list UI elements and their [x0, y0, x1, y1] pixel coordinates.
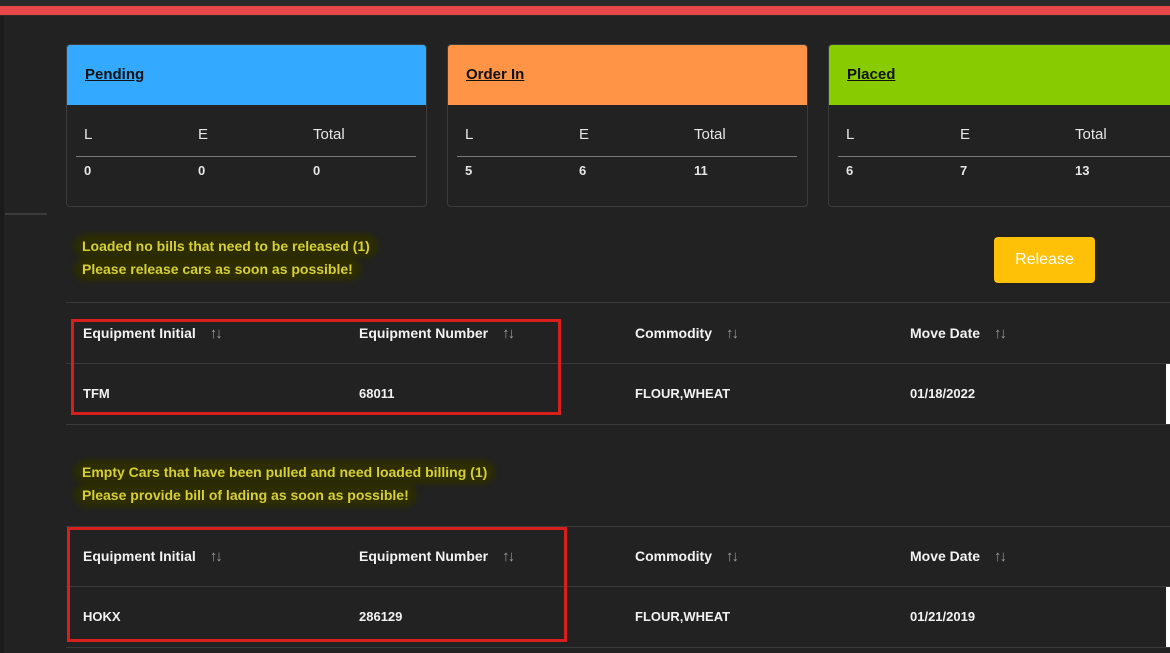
card-pending-counts: L E Total 0 0 0	[76, 126, 416, 183]
divider	[66, 302, 1170, 303]
row-scroll-edge	[1166, 587, 1170, 647]
left-edge	[0, 16, 4, 653]
card-placed-header: Placed	[829, 45, 1170, 105]
col-move-date[interactable]: Move Date ↑↓	[910, 325, 1007, 342]
card-pending-title[interactable]: Pending	[85, 66, 144, 83]
billing-notice: Empty Cars that have been pulled and nee…	[78, 461, 492, 507]
left-divider	[5, 213, 47, 215]
count-total: 13	[1075, 163, 1090, 178]
sort-arrows-icon[interactable]: ↑↓	[726, 548, 739, 565]
col-commodity[interactable]: Commodity ↑↓	[635, 548, 739, 565]
card-order-in-counts: L E Total 5 6 11	[457, 126, 797, 183]
col-commodity[interactable]: Commodity ↑↓	[635, 325, 739, 342]
sort-arrows-icon[interactable]: ↑↓	[726, 325, 739, 342]
table-row-divider	[66, 647, 1170, 648]
count-header-e: E	[960, 126, 971, 143]
top-accent-bar	[0, 6, 1170, 15]
cell-commodity: FLOUR,WHEAT	[635, 386, 731, 401]
billing-notice-line2: Please provide bill of lading as soon as…	[78, 487, 413, 503]
cell-move-date: 01/18/2022	[910, 386, 976, 401]
release-notice-line1: Loaded no bills that need to be released…	[78, 238, 374, 254]
count-header-l: L	[84, 126, 93, 143]
count-l: 5	[465, 163, 473, 178]
card-placed-title[interactable]: Placed	[847, 66, 895, 83]
card-pending-header: Pending	[67, 45, 426, 105]
count-e: 6	[579, 163, 587, 178]
count-header-l: L	[846, 126, 855, 143]
count-header-e: E	[579, 126, 590, 143]
sort-arrows-icon[interactable]: ↑↓	[994, 548, 1007, 565]
col-move-date[interactable]: Move Date ↑↓	[910, 548, 1007, 565]
count-total: 0	[313, 163, 321, 178]
count-header-l: L	[465, 126, 474, 143]
card-counts-header: L E Total	[457, 126, 797, 157]
card-counts-header: L E Total	[76, 126, 416, 157]
release-notice-line2: Please release cars as soon as possible!	[78, 261, 357, 277]
count-l: 6	[846, 163, 854, 178]
card-order-in-title[interactable]: Order In	[466, 66, 524, 83]
highlight-box	[71, 319, 561, 415]
col-label: Move Date	[910, 325, 981, 341]
count-total: 11	[694, 163, 708, 178]
count-header-e: E	[198, 126, 209, 143]
card-counts-header: L E Total	[838, 126, 1170, 157]
col-label: Commodity	[635, 548, 712, 564]
count-header-total: Total	[694, 126, 726, 143]
row-scroll-edge	[1166, 364, 1170, 424]
count-l: 0	[84, 163, 92, 178]
highlight-box	[67, 527, 567, 642]
release-notice: Loaded no bills that need to be released…	[78, 235, 374, 281]
release-button[interactable]: Release	[994, 237, 1095, 283]
sort-arrows-icon[interactable]: ↑↓	[994, 325, 1007, 342]
table-row-divider	[66, 424, 1170, 425]
col-label: Move Date	[910, 548, 981, 564]
card-placed-counts: L E Total 6 7 13	[838, 126, 1170, 183]
count-header-total: Total	[1075, 126, 1107, 143]
count-e: 0	[198, 163, 206, 178]
billing-notice-line1: Empty Cars that have been pulled and nee…	[78, 464, 492, 480]
card-counts-values: 5 6 11	[457, 157, 797, 183]
card-counts-values: 0 0 0	[76, 157, 416, 183]
col-label: Commodity	[635, 325, 712, 341]
cell-move-date: 01/21/2019	[910, 609, 976, 624]
card-counts-values: 6 7 13	[838, 157, 1170, 183]
count-header-total: Total	[313, 126, 345, 143]
cell-commodity: FLOUR,WHEAT	[635, 609, 731, 624]
count-e: 7	[960, 163, 968, 178]
card-order-in-header: Order In	[448, 45, 807, 105]
